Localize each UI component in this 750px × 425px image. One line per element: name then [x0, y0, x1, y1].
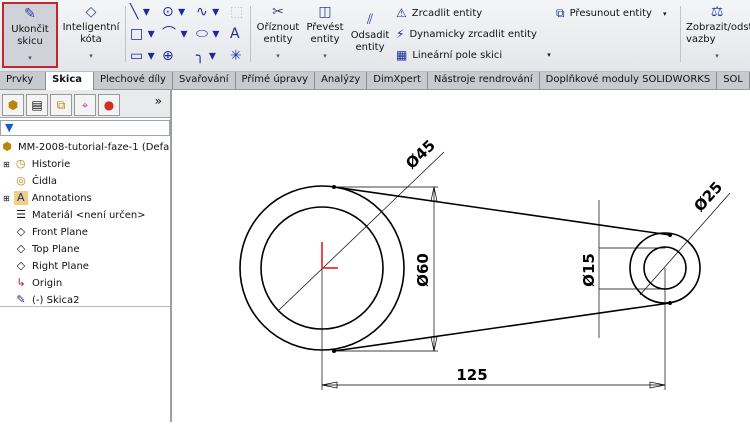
plane-icon: ◇ [16, 225, 26, 238]
expand-icon[interactable]: ⊞ [3, 194, 10, 203]
line-tool-icon[interactable]: ╲ ▾ [130, 4, 150, 20]
tree-item-top-plane[interactable]: ◇ Top Plane [14, 242, 80, 256]
tab-dimxpert[interactable]: DimXpert [367, 72, 428, 89]
dimxpert-tab-icon[interactable]: ⌖ [74, 94, 96, 116]
tab-rendering-tools[interactable]: Nástroje rendrování [427, 72, 540, 89]
history-icon: ◷ [15, 157, 26, 170]
display-relations-button[interactable]: ⚖Zobrazit/odstranit vazby▾ [684, 2, 750, 66]
move-icon: ⧉ [556, 6, 565, 20]
tab-prvky[interactable]: Prvky [0, 72, 47, 89]
annotations-icon: A [13, 191, 28, 205]
tab-svarovani[interactable]: Svařování [172, 72, 236, 89]
relations-icon: ⚖ [710, 4, 724, 20]
offset-icon: ⫽ [366, 12, 374, 28]
dropdown-arrow[interactable]: ▾ [547, 51, 551, 59]
filter-icon[interactable]: ▼ [5, 121, 13, 134]
dim-60-label[interactable]: Ø60 [414, 253, 432, 287]
expand-panel-icon[interactable]: » [155, 94, 168, 117]
grid-icon[interactable]: ⬚ [230, 4, 243, 20]
plane-icon: ◇ [16, 242, 26, 255]
point-tool-icon[interactable]: ✳ [230, 48, 242, 64]
tree-root[interactable]: ⬢ MM-2008-tutorial-faze-1 (Defa [0, 140, 169, 154]
tree-item-sketch2[interactable]: ✎ (-) Skica2 [14, 293, 79, 307]
fillet-tool-icon[interactable]: ╮ ▾ [196, 48, 216, 64]
tab-skica[interactable]: Skica [46, 72, 94, 91]
sketch-drawing: 125 Ø60 Ø15 Ø45 Ø25 [239, 136, 731, 390]
sketch-icon: ✎ [16, 293, 26, 306]
origin-icon: ↳ [16, 276, 26, 289]
filter-bar[interactable]: ▼ [0, 120, 170, 136]
dim-25-label[interactable]: Ø25 [690, 178, 726, 215]
material-icon: ☰ [16, 208, 26, 221]
expand-icon[interactable]: ⊞ [3, 160, 10, 169]
configuration-tab-icon[interactable]: ⧉ [50, 94, 72, 116]
tab-addins[interactable]: Doplňkové moduly SOLIDWORKS [539, 72, 718, 89]
convert-icon: ◫ [318, 4, 332, 20]
dim-15-label[interactable]: Ø15 [580, 253, 598, 287]
sensors-icon: ◎ [16, 174, 26, 187]
tab-prime-upravy[interactable]: Přímé úpravy [235, 72, 316, 89]
linear-pattern-icon: ▦ [396, 48, 408, 62]
divider [0, 306, 170, 307]
tangent-line-top [333, 186, 671, 236]
dropdown-arrow[interactable]: ▾ [254, 50, 302, 62]
slot-tool-icon[interactable]: ▭ ▾ [130, 48, 155, 64]
mirror-icon: ⚠ [396, 6, 407, 20]
smart-dimension-icon: ◇ [85, 4, 97, 20]
spline-tool-icon[interactable]: ∿ ▾ [196, 4, 219, 20]
part-icon: ⬢ [2, 140, 12, 153]
separator [250, 6, 251, 62]
tangent-line-bottom [333, 302, 671, 352]
ellipse-tool-icon[interactable]: ⬭ ▾ [196, 26, 219, 42]
tree-item-origin[interactable]: ↳ Origin [14, 276, 62, 290]
dropdown-arrow[interactable]: ▾ [60, 50, 122, 62]
tree-item-historie[interactable]: ⊞ ◷ Historie [3, 157, 70, 171]
separator [125, 6, 126, 62]
display-manager-tab-icon[interactable]: ● [98, 94, 120, 116]
rectangle-tool-icon[interactable]: □ ▾ [130, 26, 155, 42]
dropdown-arrow[interactable]: ▾ [4, 52, 56, 64]
tab-plechove-dily[interactable]: Plechové díly [93, 72, 173, 89]
polygon-tool-icon[interactable]: ⊕ [162, 48, 174, 64]
separator [680, 6, 681, 62]
dim-25-leader [639, 192, 731, 296]
circle-tool-icon[interactable]: ⊙ ▾ [162, 4, 185, 20]
exit-sketch-icon: ✎ [24, 6, 36, 22]
plane-icon: ◇ [16, 259, 26, 272]
dynamic-mirror-icon: ⚡ [396, 27, 405, 41]
tree-item-right-plane[interactable]: ◇ Right Plane [14, 259, 89, 273]
tab-sol[interactable]: SOL [717, 72, 750, 89]
dynamic-mirror-button[interactable]: ⚡ Dynamicky zrcadlit entity [396, 27, 537, 41]
tree-item-front-plane[interactable]: ◇ Front Plane [14, 225, 88, 239]
command-manager: ✎ Ukončit skicu ▾ ◇ Inteligentní kóta ▾ ╲ ▾ … [0, 0, 750, 72]
exit-sketch-button[interactable]: ✎ Ukončit skicu ▾ [2, 2, 58, 68]
property-manager-tab-icon[interactable]: ▤ [26, 94, 48, 116]
tree-item-material[interactable]: ☰ Materiál <není určen> [14, 208, 146, 222]
sketch-point [668, 233, 672, 237]
offset-entities-button[interactable]: ⫽ Odsadit entity [348, 10, 392, 74]
dropdown-arrow[interactable]: ▾ [663, 10, 667, 18]
trim-entities-button[interactable]: ✂ Oříznout entity ▾ [254, 2, 302, 66]
dim-45-label[interactable]: Ø45 [402, 136, 439, 172]
sketch-point [668, 301, 672, 305]
smart-dimension-button[interactable]: ◇ Inteligentní kóta ▾ [60, 2, 122, 66]
arc-tool-icon[interactable]: ⌒ ▾ [162, 26, 187, 42]
tab-analyzy[interactable]: Analýzy [315, 72, 368, 89]
text-tool-icon[interactable]: A [230, 26, 240, 42]
tree-item-cidla[interactable]: ◎ Čidla [14, 174, 57, 188]
graphics-area[interactable]: 125 Ø60 Ø15 Ø45 Ø25 [174, 90, 750, 422]
dim-125-label[interactable]: 125 [456, 366, 487, 384]
feature-tree-tab-icon[interactable]: ⬢ [2, 94, 24, 116]
convert-entities-button[interactable]: ◫ Převést entity ▾ [302, 2, 348, 66]
command-tabs: Prvky Skica Plechové díly Svařování Přím… [0, 72, 750, 91]
feature-manager-panel: ⬢ ▤ ⧉ ⌖ ● » ▼ ⬢ MM-2008-tutorial-faze-1 (… [0, 90, 172, 422]
trim-icon: ✂ [272, 4, 284, 20]
tree-item-annotations[interactable]: ⊞ A Annotations [3, 191, 92, 205]
move-entities-button[interactable]: ⧉ Přesunout entity ▾ [556, 6, 666, 21]
dropdown-arrow[interactable]: ▾ [302, 50, 348, 62]
mirror-entities-button[interactable]: ⚠ Zrcadlit entity [396, 6, 482, 20]
dropdown-arrow[interactable]: ▾ [684, 50, 750, 62]
linear-pattern-button[interactable]: ▦ Lineární pole skici ▾ [396, 48, 551, 62]
origin-marker [321, 242, 338, 269]
